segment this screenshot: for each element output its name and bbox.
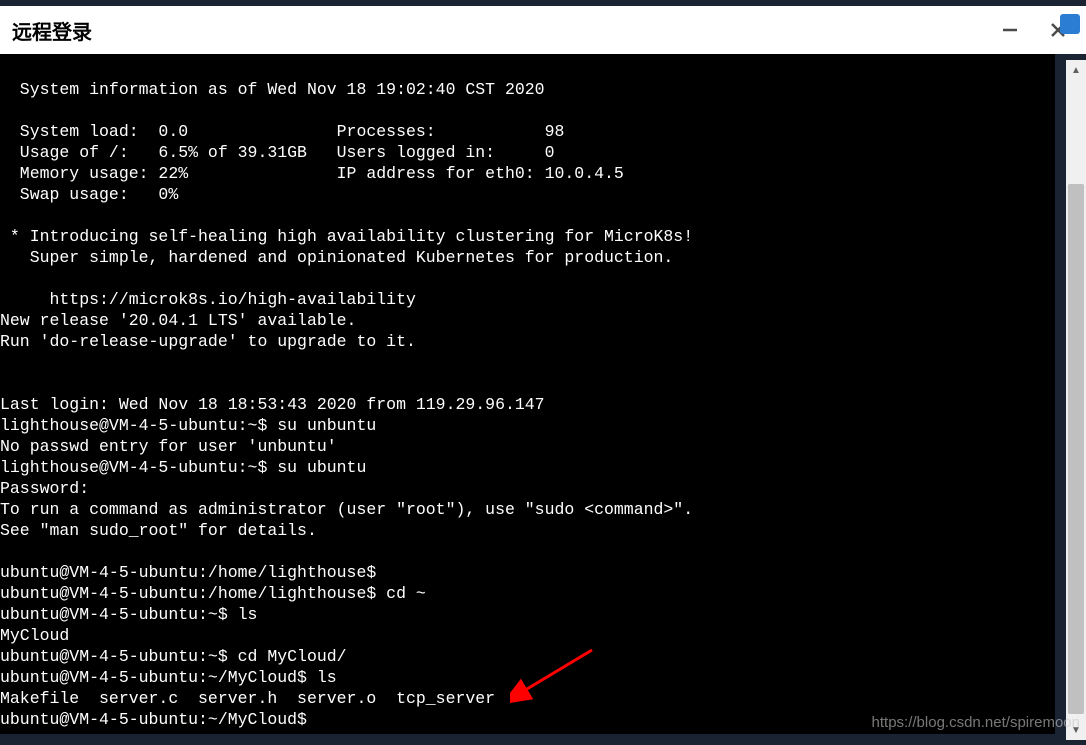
scroll-up-arrow[interactable]: ▲ bbox=[1068, 62, 1084, 78]
title-bar: 远程登录 bbox=[0, 0, 1086, 54]
terminal-output[interactable]: System information as of Wed Nov 18 19:0… bbox=[0, 54, 1055, 734]
watermark-text: https://blog.csdn.net/spiremoon bbox=[872, 714, 1080, 731]
scrollbar-thumb[interactable] bbox=[1068, 184, 1084, 714]
minimize-button[interactable] bbox=[998, 18, 1022, 42]
platform-icon bbox=[1060, 14, 1080, 34]
window-title: 远程登录 bbox=[12, 16, 92, 45]
